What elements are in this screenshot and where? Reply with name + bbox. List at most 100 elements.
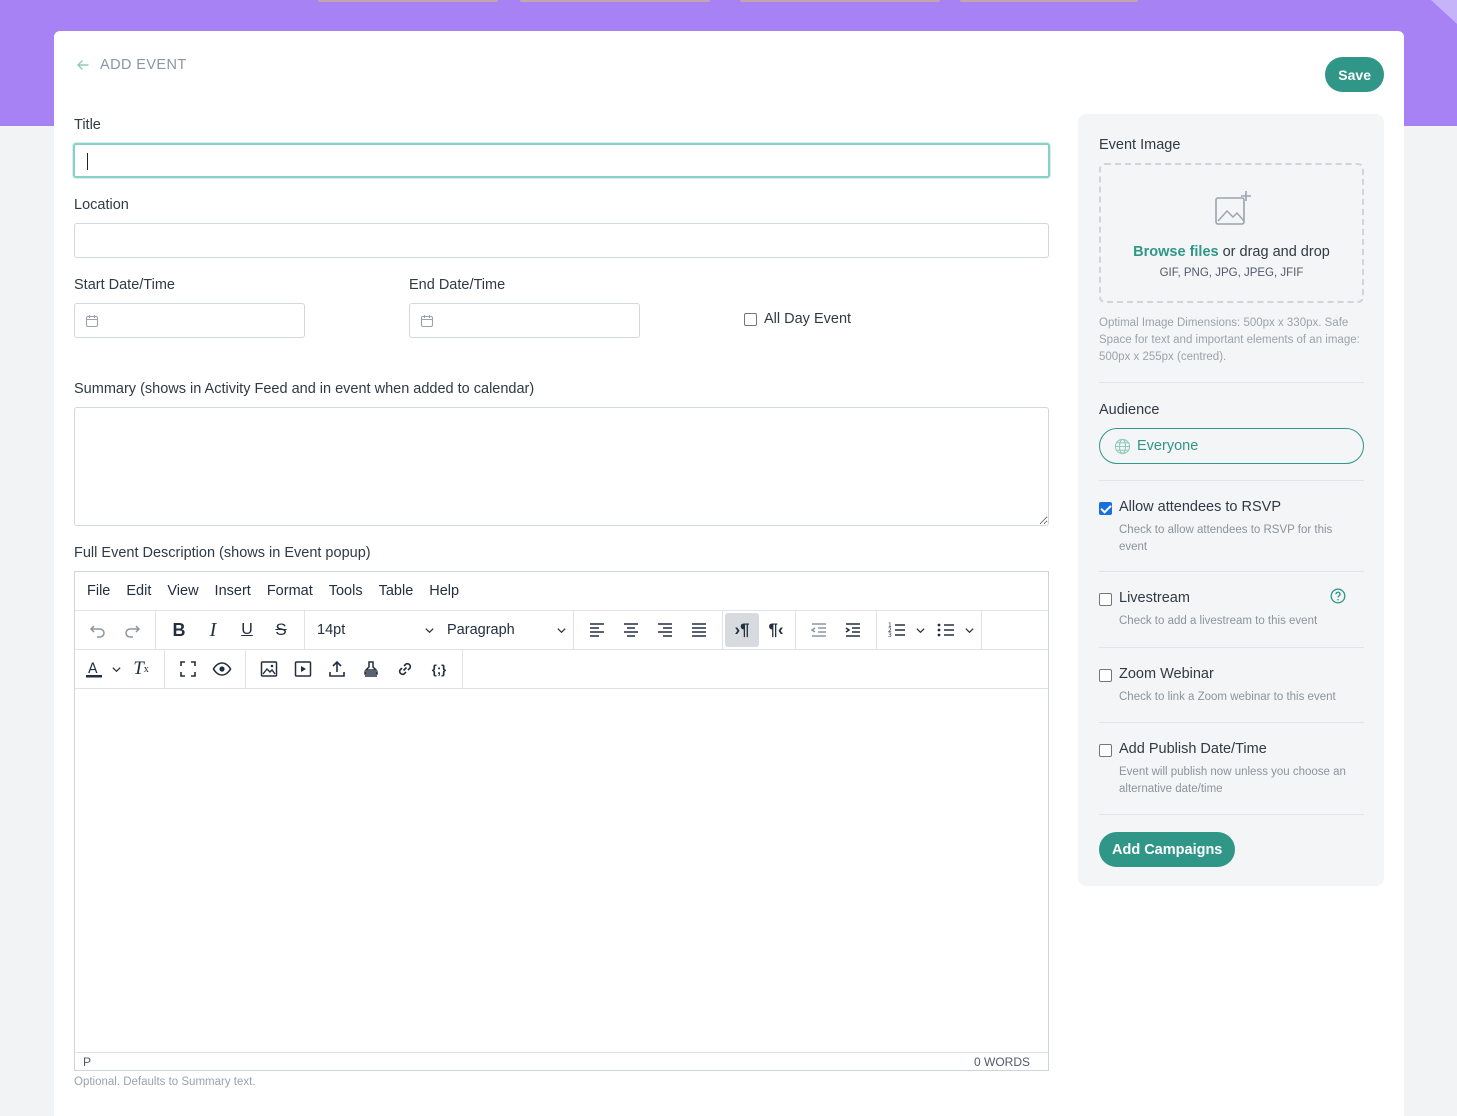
- rich-text-editor: File Edit View Insert Format Tools Table…: [74, 571, 1049, 1071]
- align-justify-icon[interactable]: [682, 613, 716, 647]
- redo-icon[interactable]: [115, 613, 149, 647]
- publish-date-label: Add Publish Date/Time: [1119, 741, 1267, 757]
- font-size-select[interactable]: 14pt: [305, 613, 441, 647]
- link-icon[interactable]: [388, 652, 422, 686]
- banner-corner: [1431, 0, 1457, 24]
- menu-format[interactable]: Format: [267, 583, 313, 599]
- event-image-label: Event Image: [1099, 137, 1181, 153]
- bullet-list-icon[interactable]: [932, 613, 960, 647]
- banner-photo: [740, 0, 940, 2]
- publish-date-description: Event will publish now unless you choose…: [1119, 766, 1346, 795]
- menu-tools[interactable]: Tools: [329, 583, 363, 599]
- insert-media-icon[interactable]: [286, 652, 320, 686]
- zoom-webinar-label: Zoom Webinar: [1119, 666, 1214, 682]
- outdent-icon[interactable]: [802, 613, 836, 647]
- divider: [1099, 480, 1364, 481]
- publish-date-checkbox[interactable]: [1099, 744, 1112, 757]
- end-date-label: End Date/Time: [409, 277, 506, 293]
- livestream-checkbox[interactable]: [1099, 593, 1112, 606]
- end-date-input[interactable]: [409, 303, 640, 338]
- menu-file[interactable]: File: [87, 583, 110, 599]
- calendar-icon: [85, 315, 99, 328]
- start-date-input[interactable]: [74, 303, 305, 338]
- livestream-description: Check to add a livestream to this event: [1119, 615, 1318, 627]
- text-color-icon[interactable]: A: [81, 652, 107, 686]
- help-circle-icon[interactable]: [1330, 588, 1346, 604]
- audience-label: Audience: [1099, 402, 1160, 418]
- menu-help[interactable]: Help: [429, 583, 459, 599]
- stamp-icon[interactable]: [354, 652, 388, 686]
- all-day-label: All Day Event: [764, 311, 852, 327]
- image-dropzone[interactable]: Browse files or drag and drop GIF, PNG, …: [1099, 163, 1364, 303]
- italic-icon[interactable]: I: [196, 613, 230, 647]
- chevron-down-icon[interactable]: [111, 664, 122, 675]
- editor-menubar: File Edit View Insert Format Tools Table…: [75, 572, 1048, 611]
- banner-photo: [960, 0, 1138, 2]
- audience-selector[interactable]: Everyone: [1099, 428, 1364, 464]
- menu-insert[interactable]: Insert: [215, 583, 251, 599]
- rtl-direction-icon[interactable]: ¶‹: [759, 613, 793, 647]
- add-event-card: ADD EVENT Save Title Location Start Date…: [54, 31, 1404, 1116]
- event-settings-panel: Event Image Browse files or drag and dro…: [1078, 114, 1384, 886]
- element-path[interactable]: P: [83, 1055, 91, 1069]
- file-types: GIF, PNG, JPG, JPEG, JFIF: [1159, 267, 1304, 279]
- block-format-select[interactable]: Paragraph: [441, 613, 573, 647]
- chevron-down-icon[interactable]: [964, 625, 975, 636]
- banner-photo: [520, 0, 710, 2]
- chevron-down-icon: [425, 627, 434, 633]
- arrow-left-icon: [77, 60, 89, 70]
- menu-edit[interactable]: Edit: [126, 583, 151, 599]
- svg-text:3: 3: [888, 632, 892, 639]
- description-label: Full Event Description (shows in Event p…: [74, 545, 371, 561]
- preview-eye-icon[interactable]: [205, 652, 239, 686]
- divider: [1099, 814, 1364, 815]
- title-label: Title: [74, 117, 101, 133]
- drop-text: or drag and drop: [1218, 244, 1330, 260]
- image-dimensions-hint: Optimal Image Dimensions: 500px x 330px.…: [1099, 317, 1360, 363]
- strikethrough-icon[interactable]: S: [264, 613, 298, 647]
- align-left-icon[interactable]: [580, 613, 614, 647]
- start-date-label: Start Date/Time: [74, 277, 175, 293]
- add-campaigns-button[interactable]: Add Campaigns: [1099, 832, 1236, 867]
- clear-formatting-icon[interactable]: Tx: [124, 652, 158, 686]
- svg-text:A: A: [88, 661, 98, 677]
- banner-photo: [318, 0, 498, 2]
- divider: [1099, 647, 1364, 648]
- browse-files-link[interactable]: Browse files: [1133, 244, 1218, 260]
- all-day-checkbox[interactable]: [744, 313, 757, 326]
- page-title: ADD EVENT: [100, 57, 187, 73]
- ltr-direction-icon[interactable]: ›¶: [725, 613, 759, 647]
- summary-textarea[interactable]: [74, 407, 1049, 526]
- font-size-value: 14pt: [317, 622, 346, 638]
- upload-icon[interactable]: [320, 652, 354, 686]
- menu-view[interactable]: View: [167, 583, 198, 599]
- insert-image-icon[interactable]: [252, 652, 286, 686]
- bold-icon[interactable]: B: [162, 613, 196, 647]
- location-input[interactable]: [74, 223, 1049, 258]
- rsvp-checkbox[interactable]: [1099, 502, 1112, 515]
- indent-icon[interactable]: [836, 613, 870, 647]
- calendar-icon: [420, 315, 434, 328]
- code-braces-icon[interactable]: {;}: [422, 652, 456, 686]
- globe-icon: [1114, 438, 1131, 454]
- align-center-icon[interactable]: [614, 613, 648, 647]
- back-link[interactable]: ADD EVENT: [76, 57, 187, 73]
- undo-icon[interactable]: [81, 613, 115, 647]
- rsvp-label: Allow attendees to RSVP: [1119, 499, 1282, 515]
- align-right-icon[interactable]: [648, 613, 682, 647]
- menu-table[interactable]: Table: [379, 583, 414, 599]
- divider: [1099, 722, 1364, 723]
- editor-statusbar: P 0 WORDS: [75, 1052, 1048, 1070]
- audience-value: Everyone: [1137, 438, 1199, 454]
- numbered-list-icon[interactable]: 123: [883, 613, 911, 647]
- text-caret: [87, 153, 88, 170]
- zoom-webinar-description: Check to link a Zoom webinar to this eve…: [1119, 691, 1336, 703]
- underline-icon[interactable]: U: [230, 613, 264, 647]
- word-count[interactable]: 0 WORDS: [974, 1055, 1030, 1069]
- chevron-down-icon[interactable]: [915, 625, 926, 636]
- summary-label: Summary (shows in Activity Feed and in e…: [74, 381, 535, 397]
- fullscreen-icon[interactable]: [171, 652, 205, 686]
- title-input[interactable]: [73, 143, 1050, 178]
- save-button[interactable]: Save: [1325, 57, 1384, 92]
- zoom-webinar-checkbox[interactable]: [1099, 669, 1112, 682]
